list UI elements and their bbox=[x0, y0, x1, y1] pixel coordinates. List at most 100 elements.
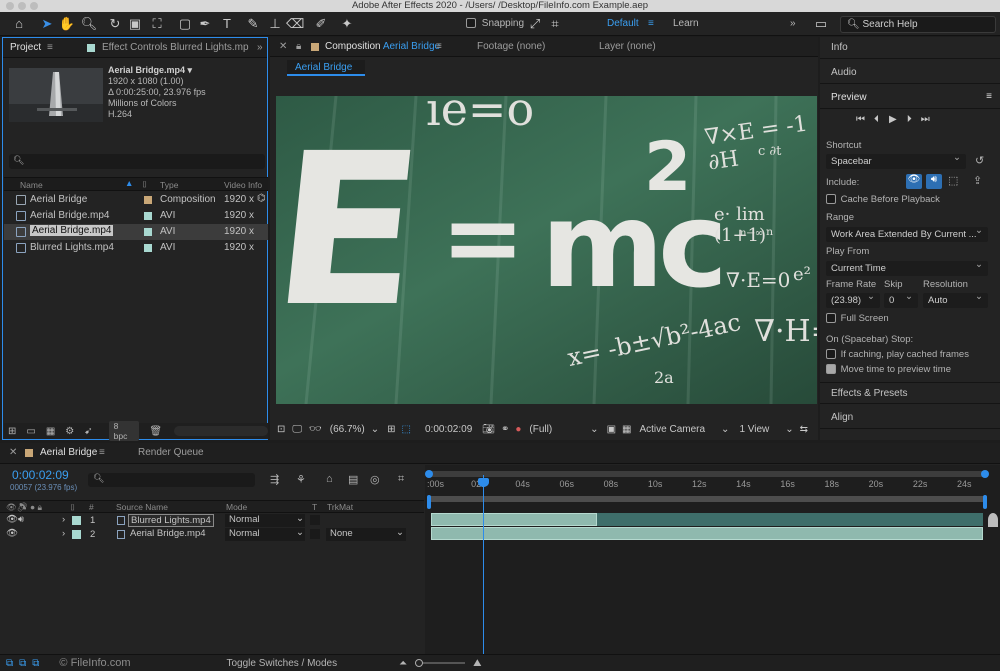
layer-row[interactable]: 👁︎ 🔊︎ › 1 Blurred Lights.mp4 Normal ⌄ bbox=[0, 513, 424, 528]
tab-composition[interactable]: Composition Aerial Bridge bbox=[325, 41, 440, 52]
move-time-option[interactable]: Move time to preview time bbox=[826, 364, 951, 375]
motion-blur-icon[interactable]: ◎ bbox=[370, 473, 380, 486]
column-mode[interactable]: Mode bbox=[226, 502, 247, 512]
puppet-pin-tool-icon[interactable]: ✦ bbox=[338, 15, 356, 33]
cache-before-checkbox[interactable] bbox=[826, 194, 836, 205]
panel-toggle-icon[interactable]: ▭ bbox=[812, 15, 830, 33]
home-icon[interactable]: ⌂ bbox=[10, 15, 28, 33]
project-menu-icon[interactable]: ≡ bbox=[47, 42, 53, 53]
visibility-eye-icon[interactable]: 👁︎ bbox=[6, 514, 18, 525]
if-caching-checkbox[interactable] bbox=[826, 349, 836, 360]
include-video-icon[interactable]: 👁︎ bbox=[906, 174, 922, 189]
search-help-input[interactable]: 🔍︎ Search Help bbox=[840, 16, 996, 33]
shortcut-dropdown[interactable]: Spacebar bbox=[826, 154, 966, 169]
full-screen-checkbox[interactable] bbox=[826, 313, 836, 324]
preserve-transparency-toggle[interactable] bbox=[310, 529, 320, 539]
chevron-down-icon[interactable]: ⌄ bbox=[296, 513, 304, 524]
roto-brush-tool-icon[interactable]: ✐ bbox=[312, 15, 330, 33]
view-layout-dropdown[interactable]: 1 View bbox=[739, 424, 769, 435]
av-features-icon[interactable]: 👁︎🔊︎ ● 🔒︎ bbox=[6, 502, 42, 513]
project-search-input[interactable]: 🔍︎ bbox=[9, 154, 265, 169]
interpret-footage-icon[interactable]: ⊞ bbox=[8, 426, 16, 437]
include-overlays-icon[interactable]: ⬚ bbox=[948, 174, 958, 187]
effects-presets-panel-header[interactable]: Effects & Presets bbox=[820, 382, 1000, 404]
snap-features-icon[interactable]: ⌗ bbox=[546, 15, 564, 33]
monitor-icon[interactable]: 🖵︎ bbox=[292, 424, 302, 435]
resolution-dropdown[interactable]: (Full) bbox=[529, 424, 552, 435]
skip-dropdown[interactable]: 0 bbox=[884, 293, 918, 308]
chevron-down-icon[interactable]: ⌄ bbox=[396, 527, 404, 538]
lock-icon[interactable]: 🔒︎ bbox=[296, 41, 301, 52]
new-composition-icon[interactable]: ▦ bbox=[46, 426, 55, 437]
layer-bar-blurred-lights[interactable] bbox=[431, 513, 597, 526]
composition-menu-icon[interactable]: ≡ bbox=[436, 41, 442, 52]
zoom-out-icon[interactable]: ⏶ bbox=[399, 658, 407, 669]
snapshot-icon[interactable]: 📷︎ bbox=[482, 424, 495, 435]
column-type[interactable]: Type bbox=[160, 180, 178, 190]
preserve-transparency-toggle[interactable] bbox=[310, 515, 320, 525]
include-audio-icon[interactable]: 🔊︎ bbox=[926, 174, 942, 189]
horizontal-scrollbar[interactable] bbox=[174, 426, 268, 436]
label-column-icon[interactable]: ⌷ bbox=[70, 502, 75, 513]
preview-panel-header[interactable]: Preview ≡ bbox=[820, 87, 1000, 109]
tab-render-queue[interactable]: Render Queue bbox=[138, 447, 204, 458]
eraser-tool-icon[interactable]: ⌫ bbox=[286, 15, 304, 33]
blend-mode-dropdown[interactable]: Normal bbox=[225, 528, 305, 541]
delete-icon[interactable]: 🗑︎ bbox=[149, 426, 162, 437]
zoom-slider-thumb[interactable] bbox=[415, 659, 424, 667]
column-trkmat[interactable]: TrkMat bbox=[327, 502, 353, 512]
column-video-info[interactable]: Video Info bbox=[224, 180, 262, 190]
expand-chevron-icon[interactable]: › bbox=[62, 514, 65, 525]
snapping-toggle[interactable]: Snapping bbox=[466, 18, 524, 29]
frame-rate-dropdown[interactable]: (23.98) bbox=[826, 293, 880, 308]
chevron-down-icon[interactable]: ⌄ bbox=[371, 424, 379, 435]
chevron-down-icon[interactable]: ⌄ bbox=[785, 424, 793, 435]
label-swatch[interactable] bbox=[144, 212, 152, 220]
graph-editor-icon[interactable]: ⌗ bbox=[398, 473, 404, 486]
layer-bar-aerial-bridge[interactable] bbox=[431, 527, 983, 540]
chevron-down-icon[interactable]: ⌄ bbox=[721, 424, 729, 435]
info-panel-header[interactable]: Info bbox=[820, 37, 1000, 59]
include-export-icon[interactable]: ⇪ bbox=[973, 174, 982, 187]
audio-panel-header[interactable]: Audio bbox=[820, 62, 1000, 84]
rotate-tool-icon[interactable]: ↻ bbox=[106, 15, 124, 33]
new-folder-icon[interactable]: ▭ bbox=[26, 426, 35, 437]
reset-icon[interactable]: ↺ bbox=[975, 154, 984, 167]
timeline-tracks[interactable]: :00s02s04s06s08s10s12s14s16s18s20s22s24s bbox=[425, 465, 1000, 657]
expand-chevron-icon[interactable]: › bbox=[62, 528, 65, 539]
frame-blending-icon[interactable]: ▤ bbox=[348, 473, 358, 486]
hand-tool-icon[interactable]: ✋ bbox=[58, 15, 76, 33]
color-channels-icon[interactable]: ● bbox=[515, 424, 521, 435]
resolution-dropdown[interactable]: Auto bbox=[923, 293, 988, 308]
work-area-end[interactable] bbox=[983, 495, 987, 509]
always-preview-icon[interactable]: ⊡ bbox=[277, 424, 285, 435]
pan-behind-tool-icon[interactable]: ⛶ bbox=[148, 15, 166, 33]
work-area-bar[interactable] bbox=[429, 496, 985, 502]
mask-visibility-icon[interactable]: 👓︎ bbox=[309, 424, 322, 435]
pen-tool-icon[interactable]: ✒ bbox=[196, 15, 214, 33]
column-name[interactable]: Name bbox=[20, 180, 43, 190]
timeline-menu-icon[interactable]: ≡ bbox=[99, 447, 105, 458]
label-swatch[interactable] bbox=[72, 516, 81, 525]
close-tab-icon[interactable]: ✕ bbox=[9, 447, 17, 458]
tab-timeline-comp[interactable]: Aerial Bridge bbox=[40, 447, 97, 458]
visibility-eye-icon[interactable]: 👁︎ bbox=[6, 528, 18, 539]
fast-previews-icon[interactable]: ▣ bbox=[607, 424, 616, 435]
project-item[interactable]: Blurred Lights.mp4 AVI 1920 x bbox=[4, 240, 268, 256]
tab-layer[interactable]: Layer (none) bbox=[599, 41, 656, 52]
in-out-toggle-icon[interactable]: ⧉ bbox=[32, 658, 39, 669]
snapping-checkbox[interactable] bbox=[466, 18, 476, 29]
column-number[interactable]: # bbox=[89, 502, 94, 512]
expand-collapse-icon[interactable]: ⧉ bbox=[19, 658, 26, 669]
more-workspaces-icon[interactable]: » bbox=[790, 18, 796, 29]
time-ruler[interactable]: :00s02s04s06s08s10s12s14s16s18s20s22s24s bbox=[425, 465, 1000, 495]
full-screen-option[interactable]: Full Screen bbox=[826, 313, 889, 324]
reset-exposure-icon[interactable]: ⇆ bbox=[800, 424, 808, 435]
sort-ascending-icon[interactable]: ▲ bbox=[125, 178, 133, 188]
rectangle-tool-icon[interactable]: ▢ bbox=[176, 15, 194, 33]
workspace-menu-icon[interactable]: ≡ bbox=[648, 18, 654, 29]
play-from-dropdown[interactable]: Current Time bbox=[826, 261, 988, 276]
tab-project[interactable]: Project bbox=[10, 42, 41, 53]
timeline-search-input[interactable]: 🔍︎ bbox=[88, 473, 255, 487]
comp-mini-flowchart-icon[interactable]: ⇶ bbox=[270, 473, 279, 486]
